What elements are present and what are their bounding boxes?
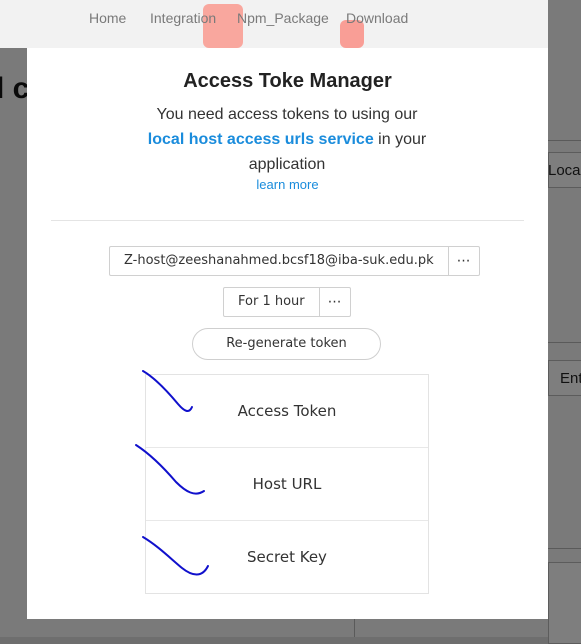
nav-item-download[interactable]: Download xyxy=(346,10,408,26)
token-row-access-token[interactable]: Access Token xyxy=(146,375,428,448)
access-token-modal: Access Toke Manager You need access toke… xyxy=(27,48,548,619)
background-text-local: Local xyxy=(548,162,581,179)
background-divider xyxy=(548,140,581,141)
background-divider xyxy=(354,619,355,637)
background-divider xyxy=(548,342,581,343)
background-text-ent: Ent xyxy=(560,370,581,387)
nav-item-integration[interactable]: Integration xyxy=(150,10,216,26)
token-label: Access Token xyxy=(237,402,337,420)
modal-divider xyxy=(51,220,524,221)
regenerate-token-button[interactable]: Re-generate token xyxy=(192,328,381,360)
host-select[interactable]: Z-host@zeeshanahmed.bcsf18@iba-suk.edu.p… xyxy=(110,247,449,275)
host-select-group: Z-host@zeeshanahmed.bcsf18@iba-suk.edu.p… xyxy=(109,246,480,276)
background-divider xyxy=(548,548,581,549)
background-heading: l c xyxy=(0,72,30,105)
modal-description: You need access tokens to using our loca… xyxy=(137,102,437,177)
duration-more-icon[interactable]: ⋯ xyxy=(320,288,350,316)
token-row-secret-key[interactable]: Secret Key xyxy=(146,521,428,593)
token-row-host-url[interactable]: Host URL xyxy=(146,448,428,521)
duration-select[interactable]: For 1 hour xyxy=(224,288,320,316)
modal-title: Access Toke Manager xyxy=(183,70,392,92)
top-navigation: Home Integration Npm_Package Download xyxy=(0,0,548,48)
learn-more-link[interactable]: learn more xyxy=(27,177,548,192)
service-link[interactable]: local host access urls service xyxy=(148,131,374,148)
duration-select-group: For 1 hour ⋯ xyxy=(223,287,351,317)
nav-item-home[interactable]: Home xyxy=(89,10,126,26)
nav-item-npm-package[interactable]: Npm_Package xyxy=(237,10,329,26)
token-list: Access Token Host URL Secret Key xyxy=(145,374,429,594)
token-label: Secret Key xyxy=(247,548,327,566)
host-more-icon[interactable]: ⋯ xyxy=(449,247,479,275)
description-text: You need access tokens to using our xyxy=(156,106,418,123)
background-box xyxy=(548,562,581,644)
token-label: Host URL xyxy=(252,475,322,493)
